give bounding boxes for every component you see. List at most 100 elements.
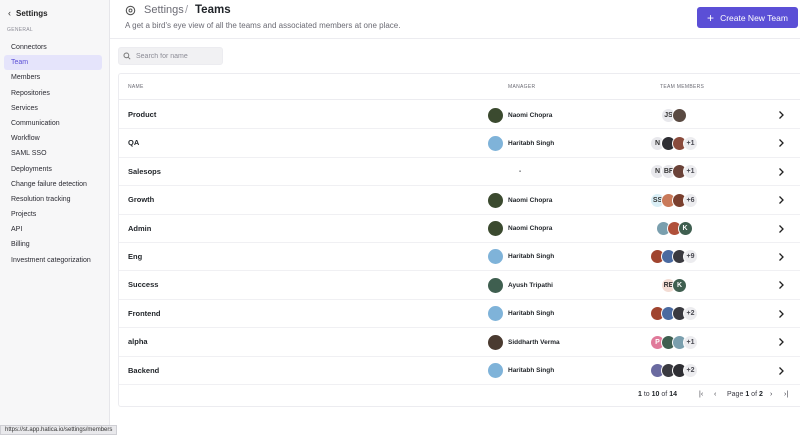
- team-members-stack[interactable]: N BF +1: [639, 163, 709, 180]
- sidebar-item-billing[interactable]: Billing: [4, 237, 102, 252]
- chevron-right-icon[interactable]: [776, 337, 786, 347]
- first-page-icon[interactable]: |‹: [699, 391, 703, 398]
- table-row[interactable]: Product Naomi Chopra JS: [119, 101, 800, 130]
- sidebar-header[interactable]: ‹ Settings: [8, 7, 48, 19]
- header-divider: [110, 38, 800, 39]
- team-name[interactable]: Salesops: [128, 167, 161, 176]
- chevron-right-icon[interactable]: [776, 167, 786, 177]
- last-page-icon[interactable]: ›|: [784, 391, 788, 398]
- team-members-stack[interactable]: K: [639, 220, 709, 237]
- more-members-badge: +1: [683, 164, 698, 180]
- team-members-stack[interactable]: SS +6: [639, 192, 709, 209]
- sidebar-item-members[interactable]: Members: [4, 70, 102, 85]
- chevron-right-icon[interactable]: [776, 366, 786, 376]
- chevron-right-icon[interactable]: [776, 280, 786, 290]
- table-row[interactable]: Admin Naomi Chopra K: [119, 215, 800, 243]
- sidebar-item-workflow[interactable]: Workflow: [4, 131, 102, 146]
- avatar: [488, 135, 503, 151]
- create-team-button[interactable]: + Create New Team: [697, 7, 798, 28]
- team-members-stack[interactable]: P +1: [639, 334, 709, 351]
- sidebar-item-change-failure-detection[interactable]: Change failure detection: [4, 177, 102, 192]
- sidebar-item-deployments[interactable]: Deployments: [4, 162, 102, 177]
- sidebar-item-saml-sso[interactable]: SAML SSO: [4, 146, 102, 161]
- prev-page-icon[interactable]: ‹: [714, 391, 716, 398]
- team-name[interactable]: Success: [128, 280, 158, 289]
- team-name[interactable]: Admin: [128, 224, 151, 233]
- table-row[interactable]: alpha Siddharth Verma P +1: [119, 328, 800, 357]
- page-indicator: Page 1 of 2: [727, 391, 763, 398]
- avatar: [488, 192, 503, 208]
- team-members-stack[interactable]: +9: [639, 248, 709, 265]
- avatar: [488, 221, 503, 237]
- manager-name: Siddharth Verma: [508, 338, 560, 346]
- column-header-name: NAME: [128, 84, 144, 90]
- manager-name: Haritabh Singh: [508, 367, 555, 375]
- chevron-right-icon[interactable]: [776, 309, 786, 319]
- search-box[interactable]: [118, 47, 223, 65]
- team-name[interactable]: Backend: [128, 366, 159, 375]
- chevron-right-icon[interactable]: [776, 252, 786, 262]
- breadcrumb-settings[interactable]: Settings: [144, 4, 184, 16]
- sidebar-item-team[interactable]: Team: [4, 55, 102, 71]
- avatar: [488, 277, 503, 293]
- page-subtitle: A get a bird's eye view of all the teams…: [125, 21, 401, 30]
- team-members-stack[interactable]: JS: [639, 107, 709, 124]
- team-members-stack[interactable]: RE K: [639, 277, 709, 294]
- sidebar-item-projects[interactable]: Projects: [4, 207, 102, 222]
- gear-icon: [125, 5, 136, 16]
- table-row[interactable]: Eng Haritabh Singh +9: [119, 243, 800, 272]
- manager-cell: Ayush Tripathi: [488, 277, 553, 293]
- back-chevron-icon[interactable]: ‹: [8, 8, 11, 18]
- table-header: NAME MANAGER TEAM MEMBERS: [119, 74, 800, 100]
- sidebar-item-repositories[interactable]: Repositories: [4, 86, 102, 101]
- team-name[interactable]: alpha: [128, 337, 148, 346]
- search-input[interactable]: [136, 52, 216, 60]
- chevron-right-icon[interactable]: [776, 195, 786, 205]
- manager-name: Haritabh Singh: [508, 139, 555, 147]
- manager-cell: Naomi Chopra: [488, 192, 552, 208]
- sidebar-item-services[interactable]: Services: [4, 101, 102, 116]
- sidebar-item-communication[interactable]: Communication: [4, 116, 102, 131]
- more-members-badge: +1: [683, 135, 698, 151]
- team-members-stack[interactable]: +2: [639, 305, 709, 322]
- avatar: [488, 107, 503, 123]
- more-members-badge: +1: [683, 334, 698, 350]
- team-name[interactable]: Product: [128, 110, 156, 119]
- table-row[interactable]: Growth Naomi Chopra SS +6: [119, 186, 800, 215]
- team-members-stack[interactable]: +2: [639, 362, 709, 379]
- chevron-right-icon[interactable]: [776, 110, 786, 120]
- sidebar-item-connectors[interactable]: Connectors: [4, 40, 102, 55]
- team-members-stack[interactable]: N +1: [639, 135, 709, 152]
- table-row[interactable]: QA Haritabh Singh N +1: [119, 129, 800, 158]
- manager-name: Ayush Tripathi: [508, 281, 553, 289]
- next-page-icon[interactable]: ›: [770, 391, 772, 398]
- team-name[interactable]: QA: [128, 138, 139, 147]
- table-row[interactable]: Backend Haritabh Singh +2: [119, 357, 800, 385]
- chevron-right-icon[interactable]: [776, 224, 786, 234]
- manager-cell: Haritabh Singh: [488, 135, 554, 151]
- table-row[interactable]: Frontend Haritabh Singh +2: [119, 300, 800, 329]
- column-header-manager: MANAGER: [508, 84, 536, 90]
- search-icon: [123, 52, 131, 60]
- manager-cell: Haritabh Singh: [488, 306, 554, 322]
- sidebar-item-api[interactable]: API: [4, 222, 102, 237]
- create-team-label: Create New Team: [720, 12, 788, 23]
- more-members-badge: +9: [683, 249, 698, 265]
- sidebar-section-label: GENERAL: [7, 27, 33, 33]
- chevron-right-icon[interactable]: [776, 138, 786, 148]
- team-name[interactable]: Frontend: [128, 309, 161, 318]
- manager-cell: Siddharth Verma: [488, 334, 560, 350]
- table-row[interactable]: Success Ayush Tripathi RE K: [119, 271, 800, 300]
- sidebar-item-investment-categorization[interactable]: Investment categorization: [4, 253, 102, 268]
- member-avatar: K: [672, 277, 687, 293]
- sidebar-item-resolution-tracking[interactable]: Resolution tracking: [4, 192, 102, 207]
- more-members-badge: +2: [683, 363, 698, 379]
- manager-cell: -: [519, 164, 521, 180]
- sidebar-title: Settings: [16, 8, 48, 18]
- manager-name: Haritabh Singh: [508, 253, 555, 261]
- app-root: ‹ Settings GENERAL Connectors Team Members…: [0, 0, 800, 435]
- team-name[interactable]: Eng: [128, 252, 142, 261]
- team-name[interactable]: Growth: [128, 195, 154, 204]
- manager-name: Haritabh Singh: [508, 310, 555, 318]
- table-row[interactable]: Salesops - N BF +1: [119, 158, 800, 187]
